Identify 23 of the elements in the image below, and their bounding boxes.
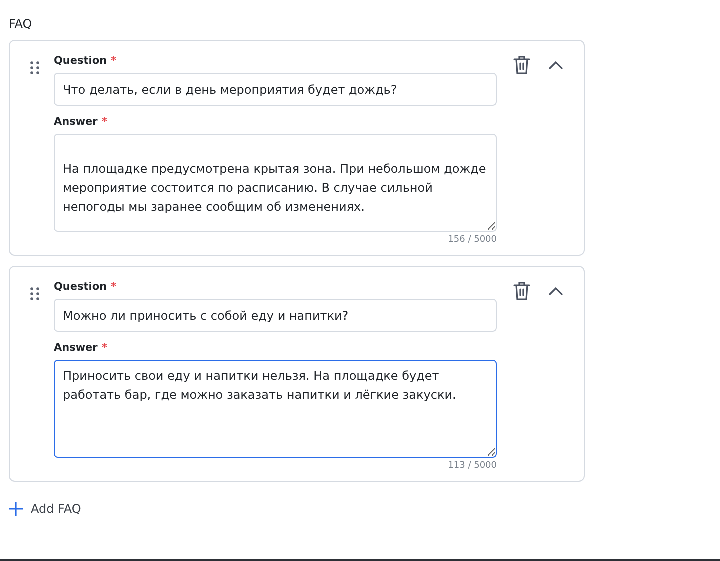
- drag-handle-icon[interactable]: [30, 61, 40, 75]
- chevron-up-icon: [549, 60, 563, 70]
- delete-button[interactable]: [512, 281, 532, 301]
- field-label: Answer: [54, 116, 98, 128]
- question-field[interactable]: Что делать, если в день мероприятия будет дождь?: [54, 73, 497, 106]
- required-mark: *: [102, 116, 108, 128]
- drag-handle-icon[interactable]: [30, 287, 40, 301]
- question-field[interactable]: Можно ли приносить с собой еду и напитки?: [54, 299, 497, 332]
- plus-icon: [9, 502, 23, 516]
- field-label: Answer: [54, 342, 98, 354]
- add-faq-button[interactable]: Add FAQ: [9, 502, 82, 516]
- answer-field[interactable]: На площадке предусмотрена крытая зона. При небольшом дожде мероприятие состоится по расписанию. В случае сильной непогоды мы заранее сообщим об изменениях.: [54, 134, 497, 232]
- answer-field[interactable]: Приносить свои еду и напитки нельзя. На площадке будет работать бар, где можно заказать напитки и лёгкие закуски.: [54, 360, 497, 458]
- character-counter: 156 / 5000: [448, 235, 497, 245]
- section-title: FAQ: [9, 17, 32, 31]
- delete-button[interactable]: [512, 55, 532, 75]
- character-counter: 113 / 5000: [448, 461, 497, 471]
- required-mark: *: [102, 342, 108, 354]
- field-label: Question: [54, 55, 108, 67]
- required-mark: *: [111, 281, 117, 293]
- required-mark: *: [111, 55, 117, 67]
- field-label: Question: [54, 281, 108, 293]
- chevron-up-icon: [549, 286, 563, 296]
